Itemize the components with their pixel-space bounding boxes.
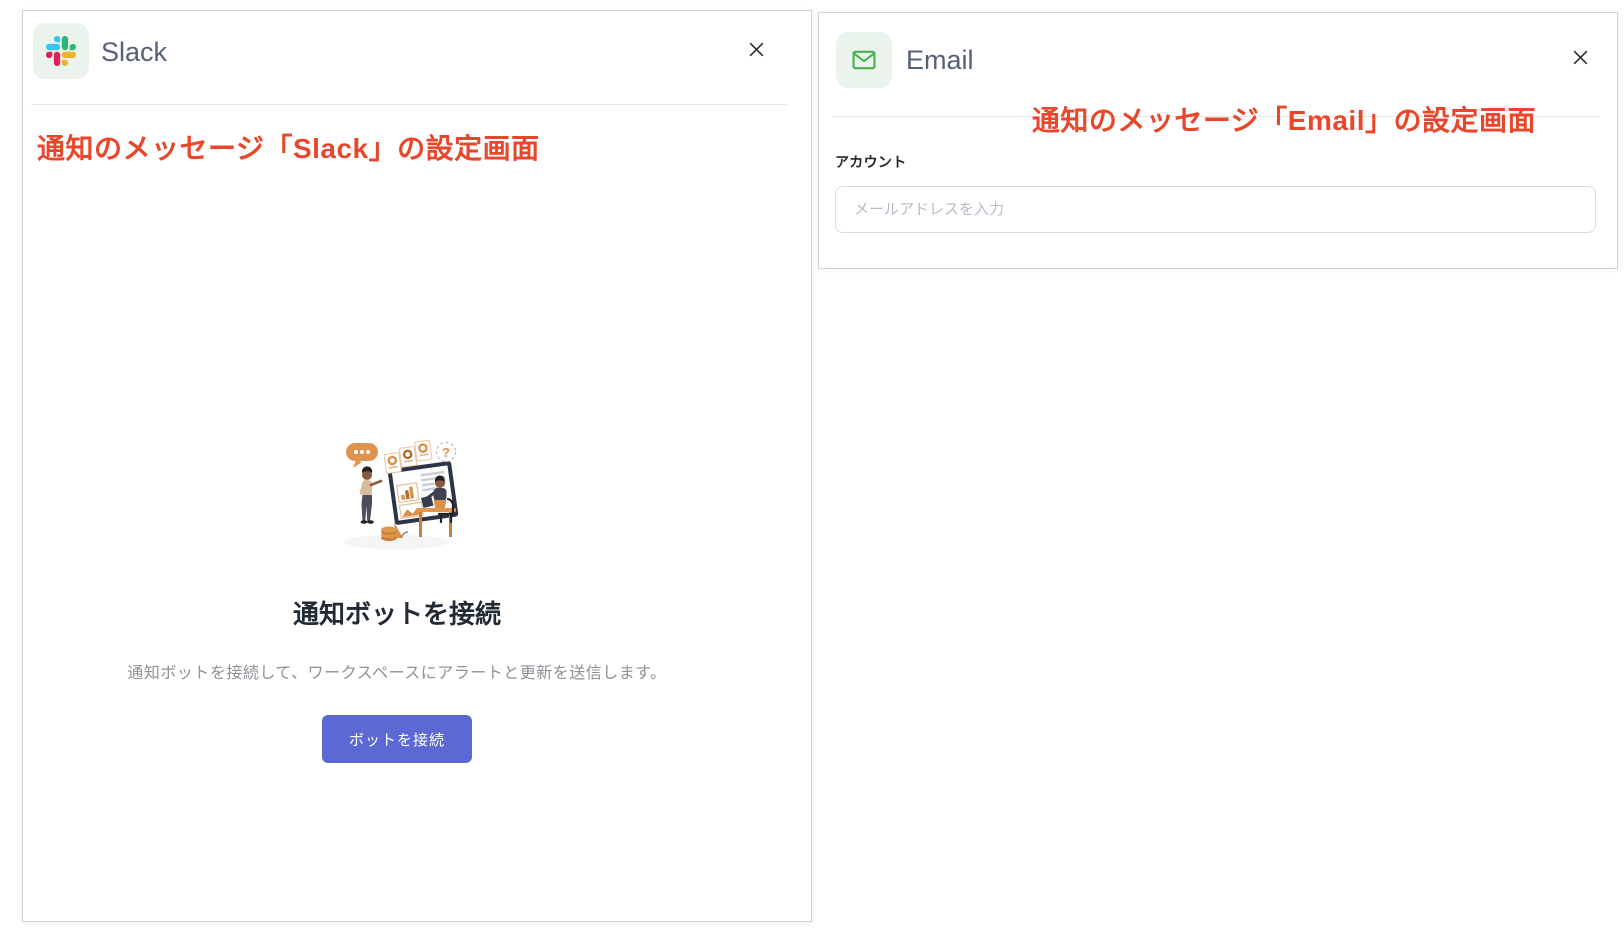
svg-text:?: ? [442, 445, 450, 460]
slack-logo-icon [33, 23, 89, 79]
empty-state-illustration: ? [344, 439, 459, 549]
email-panel-title: Email [906, 45, 974, 75]
account-field-label: アカウント [835, 154, 907, 170]
email-address-input[interactable] [835, 186, 1596, 233]
close-icon [1572, 49, 1589, 69]
close-icon [748, 41, 765, 61]
slack-empty-state: ? 通知ボットを接続 通知ボットを接続して、ワークスペースにアラートと更新を送信… [23, 435, 771, 763]
close-button[interactable] [742, 37, 770, 65]
close-button[interactable] [1566, 45, 1594, 73]
slack-settings-panel: Slack 通知のメッセージ「Slack」の設定画面 ? 通知ボットを接続 通知… [22, 10, 812, 922]
slack-annotation-text: 通知のメッセージ「Slack」の設定画面 [37, 133, 540, 164]
empty-state-heading: 通知ボットを接続 [292, 599, 501, 629]
email-settings-panel: Email 通知のメッセージ「Email」の設定画面 アカウント [818, 12, 1618, 269]
empty-state-description: 通知ボットを接続して、ワークスペースにアラートと更新を送信します。 [127, 665, 667, 682]
slack-panel-title: Slack [101, 37, 168, 67]
email-envelope-icon [836, 32, 892, 88]
screenshot-canvas: Slack 通知のメッセージ「Slack」の設定画面 ? 通知ボットを接続 通知… [0, 0, 1624, 932]
header-divider [31, 104, 787, 105]
connect-bot-button[interactable]: ボットを接続 [322, 715, 472, 763]
email-annotation-text: 通知のメッセージ「Email」の設定画面 [1031, 105, 1536, 136]
